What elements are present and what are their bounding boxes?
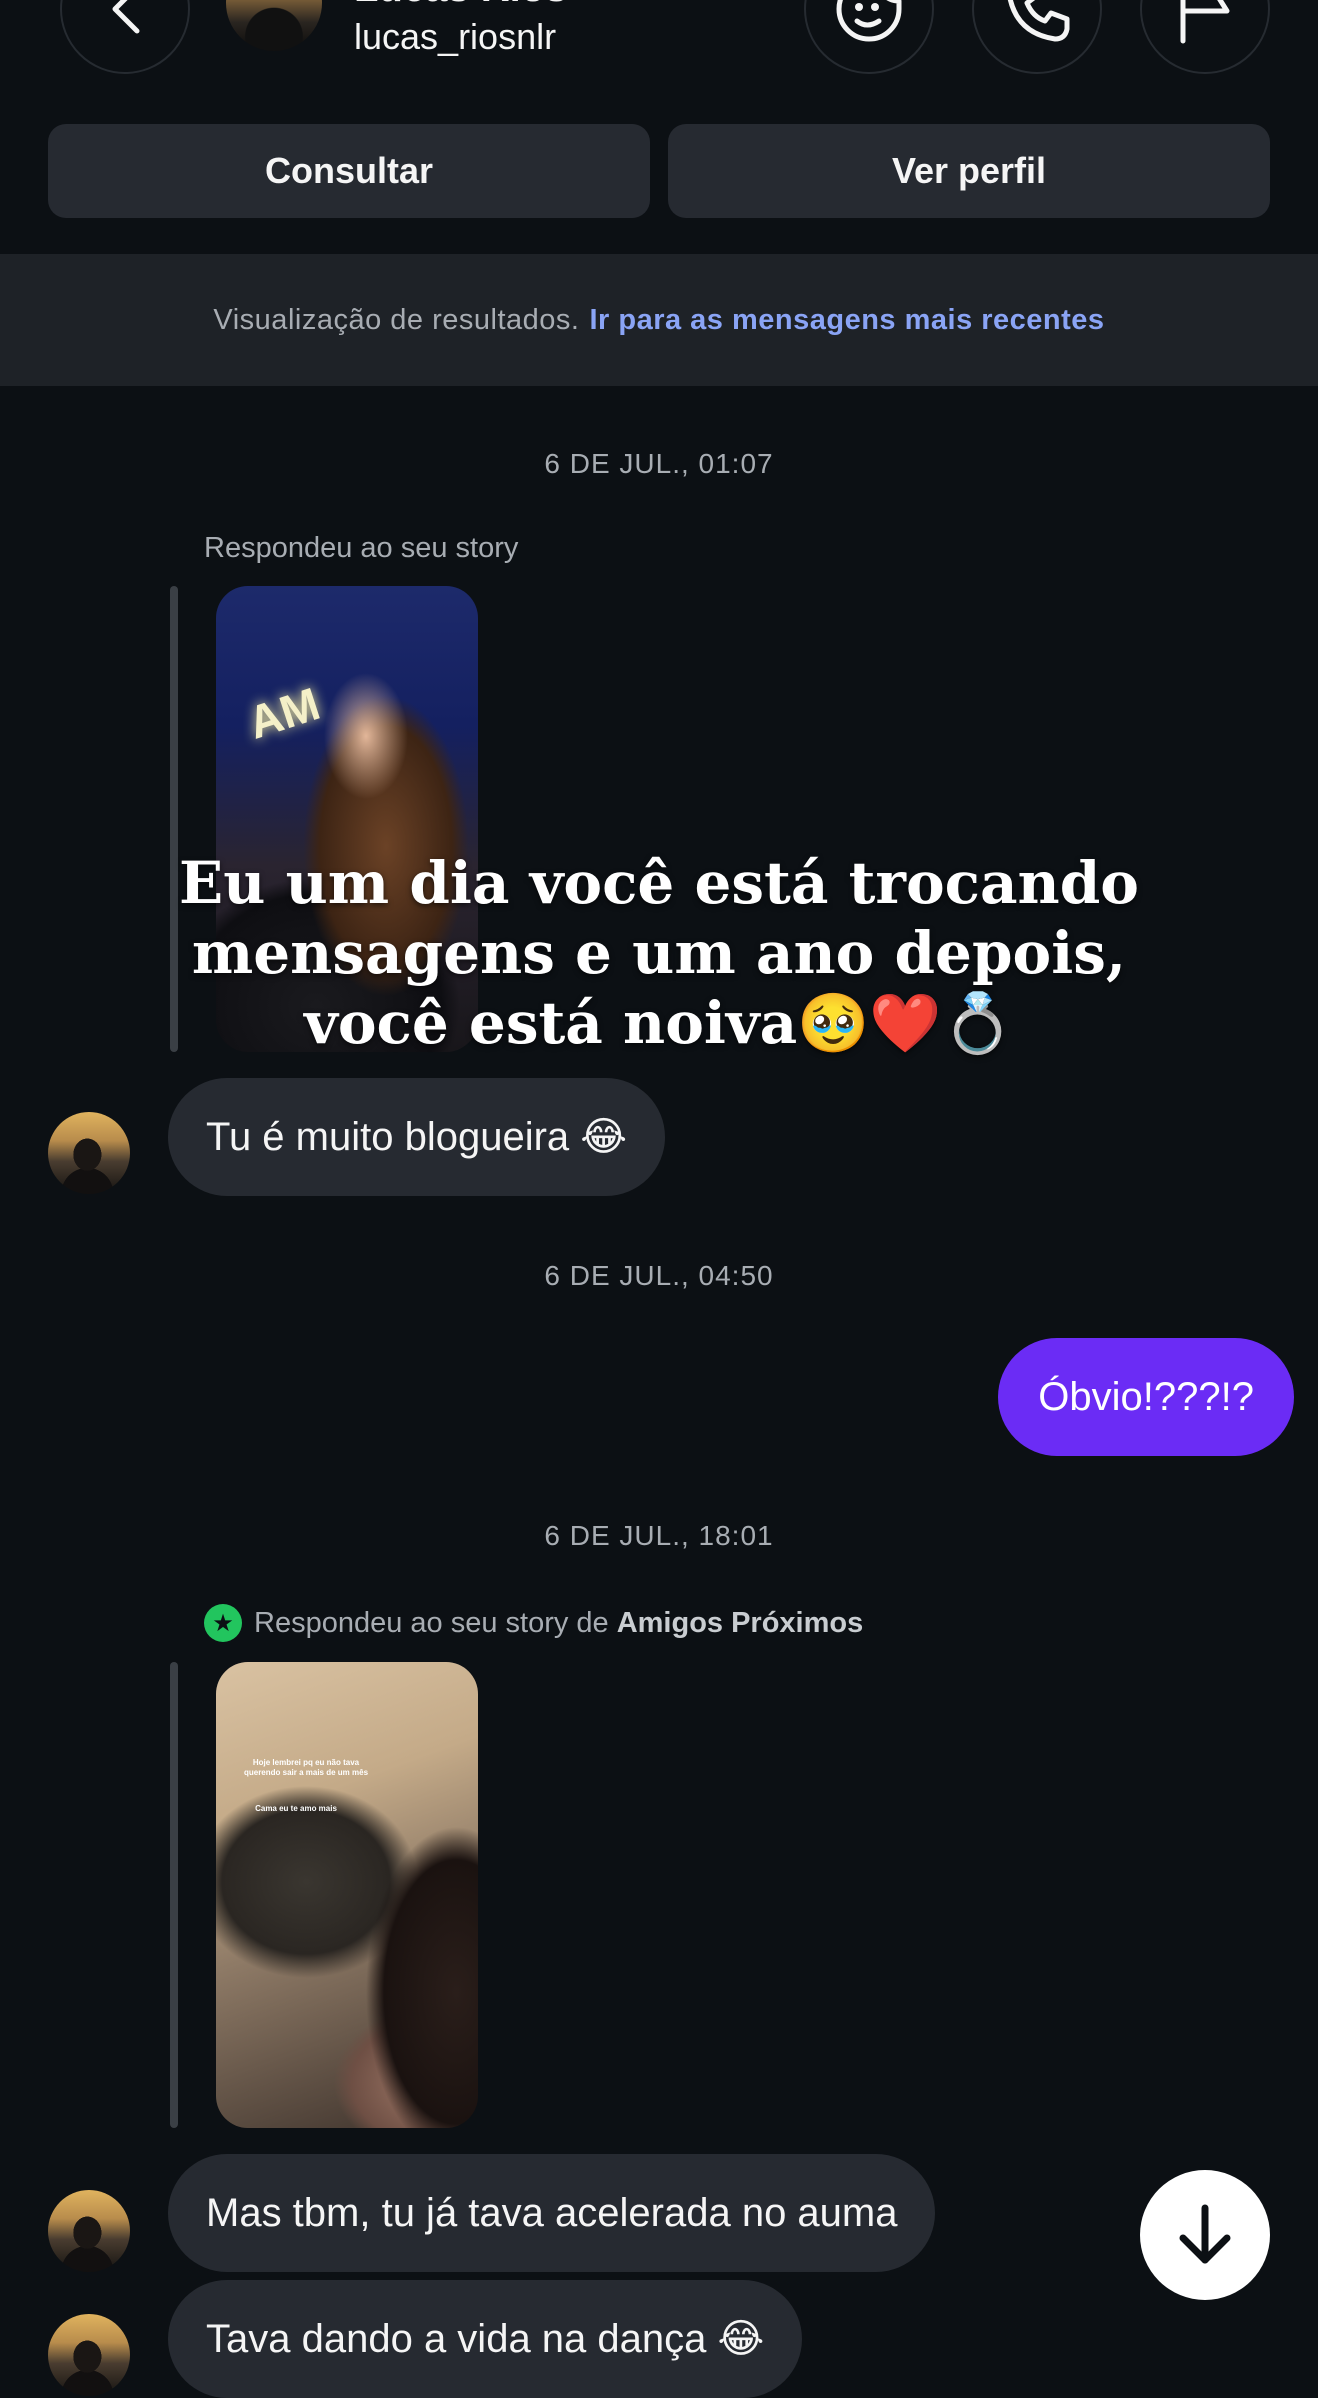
sticker-icon	[836, 0, 902, 42]
story-reply-text: Respondeu ao seu story de	[254, 1606, 609, 1639]
close-friends-star-icon: ★	[204, 1604, 242, 1642]
reply-indicator-line	[170, 1662, 178, 2128]
chevron-left-icon	[112, 0, 140, 34]
message-bubble[interactable]: Tava dando a vida na dança 😂	[168, 2280, 803, 2398]
consult-button[interactable]: Consultar	[48, 124, 650, 218]
view-profile-button[interactable]: Ver perfil	[668, 124, 1270, 218]
phone-icon	[1007, 0, 1070, 42]
message-bubble[interactable]: Mas tbm, tu já tava acelerada no auma	[168, 2154, 936, 2272]
story-text: Hoje lembrei pq eu não tava querendo sai…	[243, 1758, 369, 1777]
neon-sign: AM	[241, 677, 326, 749]
timestamp: 6 DE JUL., 04:50	[544, 1260, 774, 1291]
timestamp: 6 DE JUL., 18:01	[544, 1520, 774, 1551]
story-thumbnail[interactable]: Hoje lembrei pq eu não tava querendo sai…	[216, 1662, 478, 2128]
contact-username[interactable]: lucas_riosnlr	[354, 16, 556, 58]
story-reply-text: Respondeu ao seu story	[204, 532, 519, 564]
sent-message-bubble[interactable]: Óbvio!???!?	[998, 1338, 1294, 1456]
story-reply-label: ★ Respondeu ao seu story de Amigos Próxi…	[204, 1604, 863, 1642]
timestamp: 6 DE JUL., 01:07	[544, 448, 774, 479]
avatar[interactable]	[48, 1112, 130, 1194]
message-bubble[interactable]: Tu é muito blogueira 😂	[168, 1078, 666, 1196]
call-button[interactable]	[972, 0, 1102, 74]
contact-name[interactable]: Lucas Rios	[354, 0, 567, 11]
story-caption: Eu um dia você está trocando mensagens e…	[179, 849, 1139, 1057]
banner-text: Visualização de resultados.	[213, 303, 580, 336]
scroll-to-bottom-button[interactable]	[1140, 2170, 1270, 2300]
story-text: Cama eu te amo mais	[255, 1804, 337, 1813]
recent-messages-link[interactable]: Ir para as mensagens mais recentes	[589, 304, 1104, 337]
close-friends-label: Amigos Próximos	[616, 1606, 864, 1639]
avatar[interactable]	[48, 2190, 130, 2272]
results-banner: Visualização de resultados. Ir para as m…	[0, 254, 1318, 386]
arrow-down-icon	[1179, 2204, 1231, 2264]
story-reply-label: Respondeu ao seu story	[204, 532, 518, 565]
flag-icon	[1180, 0, 1230, 44]
report-button[interactable]	[1140, 0, 1270, 74]
back-button[interactable]	[60, 0, 190, 74]
header-avatar[interactable]	[226, 0, 322, 51]
avatar[interactable]	[48, 2314, 130, 2396]
sticker-button[interactable]	[804, 0, 934, 74]
